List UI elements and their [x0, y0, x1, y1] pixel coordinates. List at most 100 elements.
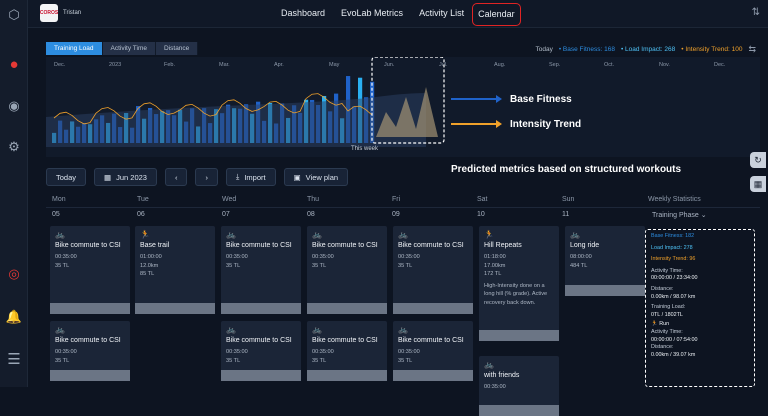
workout-title: Bike commute to CSI: [398, 337, 464, 344]
workout-metric: 00:35:00: [398, 349, 420, 355]
bike-icon: 🚲: [226, 325, 236, 334]
weekly-statistics: Weekly Statistics Training Phase ⌄ Base …: [642, 194, 760, 387]
workout-card[interactable]: 🚲 Bike commute to CSI 00:35:00 35 TL: [50, 321, 130, 381]
bike-icon: 🚲: [226, 230, 236, 239]
workout-title: Bike commute to CSI: [398, 242, 464, 249]
legend-intensity-trend: • Intensity Trend: 100: [681, 46, 743, 53]
workout-card[interactable]: 🚲 Bike commute to CSI 00:35:00 35 TL: [393, 226, 473, 314]
bike-icon: 🚲: [484, 360, 494, 369]
date-10: 10: [477, 211, 485, 218]
intensity-bar: [135, 303, 215, 314]
nav-evolab-metrics[interactable]: EvoLab Metrics: [333, 0, 411, 26]
weekly-stats-box: Base Fitness: 182 Load Impact: 278 Inten…: [645, 229, 755, 387]
workout-metric: 35 TL: [398, 357, 413, 364]
workout-card[interactable]: 🚲 Bike commute to CSI 00:35:00 35 TL: [393, 321, 473, 381]
profile-icon[interactable]: ●: [5, 55, 23, 73]
ws-activity-time: 00:00:00 / 23:34:00: [651, 275, 698, 282]
month-picker[interactable]: ▦ Jun 2023: [94, 168, 157, 186]
import-button[interactable]: ⤓ Import: [225, 168, 276, 186]
intensity-bar: [393, 303, 473, 314]
training-phase[interactable]: Training Phase ⌄: [642, 205, 760, 225]
workout-metric: 00:35:00: [398, 254, 420, 260]
date-08: 08: [307, 211, 315, 218]
workout-metric: 17.00km: [484, 262, 506, 269]
team-icon[interactable]: ◉: [5, 97, 23, 115]
nav-activity-list[interactable]: Activity List: [411, 0, 472, 26]
main-nav: Dashboard EvoLab Metrics Activity List C…: [273, 0, 521, 26]
calendar-icon: ▦: [104, 172, 112, 182]
workout-card[interactable]: 🚲 Bike commute to CSI 00:35:00 35 TL: [307, 321, 387, 381]
tab-distance[interactable]: Distance: [156, 42, 199, 55]
refresh-icon[interactable]: ↻: [750, 152, 766, 168]
workout-card[interactable]: 🚲 Long ride 08:00:00 484 TL: [565, 226, 645, 296]
legend-today[interactable]: Today: [535, 46, 552, 53]
day-tue: Tue: [137, 196, 149, 203]
workout-metric: 12.0km: [140, 262, 159, 269]
day-mon: Mon: [52, 196, 66, 203]
ws-activity-time-label: Activity Time:: [651, 267, 683, 274]
tab-activity-time[interactable]: Activity Time: [102, 42, 156, 55]
workout-card[interactable]: 🚲 Bike commute to CSI 00:35:00 35 TL: [307, 226, 387, 314]
intensity-bar: [50, 370, 130, 381]
workout-metric: 35 TL: [226, 262, 241, 269]
filter-icon[interactable]: ⇆: [748, 44, 756, 55]
nav-dashboard[interactable]: Dashboard: [273, 0, 333, 26]
month-label: Jun.: [384, 62, 395, 68]
ws-base-fitness: Base Fitness: 182: [651, 233, 695, 239]
date-09: 09: [392, 211, 400, 218]
ws-training-load: 0TL / 1802TL: [651, 311, 683, 318]
run-icon: 🏃: [484, 230, 494, 239]
day-thu: Thu: [307, 196, 320, 203]
workout-card[interactable]: 🚲 Bike commute to CSI 00:35:00 35 TL: [50, 226, 130, 314]
day-sun: Sun: [562, 196, 575, 203]
chevron-down-icon: ⌄: [700, 212, 707, 219]
bell-icon[interactable]: 🔔: [5, 308, 23, 326]
menu-icon[interactable]: ☰: [5, 350, 23, 368]
workout-metric: 01:00:00: [140, 254, 162, 260]
prev-button[interactable]: ‹: [164, 168, 188, 186]
month-label: Apr.: [274, 62, 284, 68]
workout-card[interactable]: 🏃 Hill Repeats 01:18:00 17.00km 172 TL High-I…: [479, 226, 559, 341]
user-brand[interactable]: COROS Tristan: [40, 4, 81, 22]
ws-run-time-label: Activity Time:: [651, 328, 683, 335]
ws-distance: 0.00km / 98.07 km: [651, 293, 696, 300]
view-plan-button[interactable]: ▣ View plan: [283, 168, 349, 186]
settings-user-icon[interactable]: ⚙: [5, 138, 23, 156]
bike-icon: 🚲: [312, 325, 322, 334]
intensity-bar: [393, 370, 473, 381]
app-logo-icon[interactable]: ⬡: [5, 6, 23, 24]
intensity-bar: [50, 303, 130, 314]
grid-icon[interactable]: ▦: [750, 176, 766, 192]
workout-title: Bike commute to CSI: [226, 242, 292, 249]
workout-metric: 00:35:00: [312, 254, 334, 260]
sort-icon[interactable]: ⇅: [752, 7, 760, 18]
workout-title: Bike commute to CSI: [312, 242, 378, 249]
tab-training-load[interactable]: Training Load: [46, 42, 103, 55]
nav-calendar[interactable]: Calendar: [472, 3, 521, 26]
phase-label: Training Phase: [652, 212, 699, 219]
intensity-trend-annotation: Intensity Trend: [510, 119, 581, 130]
month-label: Aug.: [494, 62, 506, 68]
workout-card[interactable]: 🚲 with friends 00:35:00: [479, 356, 559, 416]
workout-card[interactable]: 🚲 Bike commute to CSI 00:35:00 35 TL: [221, 226, 301, 314]
user-name: Tristan: [63, 10, 82, 16]
month-label: Dec.: [54, 62, 66, 68]
today-button[interactable]: Today: [46, 168, 87, 186]
import-label: Import: [244, 172, 266, 182]
bike-icon: 🚲: [55, 325, 65, 334]
next-button[interactable]: ›: [195, 168, 218, 186]
workout-metric: 484 TL: [570, 262, 588, 269]
month-label: May: [329, 62, 340, 68]
month-label: 2023: [109, 62, 121, 68]
coros-icon[interactable]: ◎: [5, 265, 23, 283]
workout-metric: 35 TL: [55, 262, 70, 269]
month-label: Mar.: [219, 62, 230, 68]
workout-title: Bike commute to CSI: [226, 337, 292, 344]
workout-description: High-Intensity done on a long hill (% gr…: [484, 282, 548, 306]
workout-card[interactable]: 🏃 Base trail 01:00:00 12.0km 85 TL: [135, 226, 215, 314]
workout-card[interactable]: 🚲 Bike commute to CSI 00:35:00 35 TL: [221, 321, 301, 381]
prediction-note: Predicted metrics based on structured wo…: [451, 164, 682, 175]
workout-metric: 35 TL: [226, 357, 241, 364]
workout-metric: 00:35:00: [226, 254, 248, 260]
workout-metric: 35 TL: [312, 262, 327, 269]
